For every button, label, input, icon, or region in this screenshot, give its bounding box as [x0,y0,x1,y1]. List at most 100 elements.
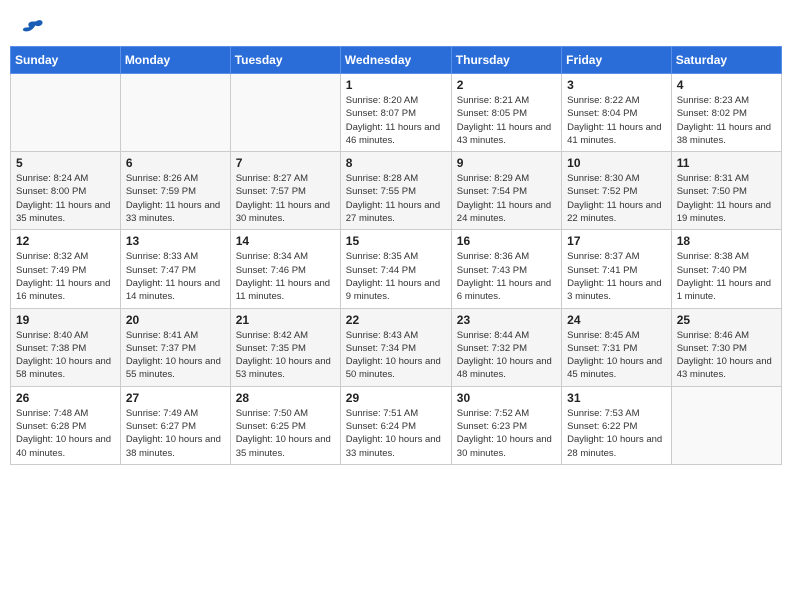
day-number: 27 [126,391,225,405]
calendar-cell: 8 Sunrise: 8:28 AM Sunset: 7:55 PM Daylig… [340,152,451,230]
calendar-cell: 18 Sunrise: 8:38 AM Sunset: 7:40 PM Dayli… [671,230,781,308]
day-info: Sunrise: 8:29 AM Sunset: 7:54 PM Dayligh… [457,172,556,225]
day-number: 31 [567,391,666,405]
calendar-week-5: 26 Sunrise: 7:48 AM Sunset: 6:28 PM Dayli… [11,386,782,464]
day-info: Sunrise: 8:31 AM Sunset: 7:50 PM Dayligh… [677,172,776,225]
calendar-cell: 2 Sunrise: 8:21 AM Sunset: 8:05 PM Daylig… [451,74,561,152]
calendar-cell: 3 Sunrise: 8:22 AM Sunset: 8:04 PM Daylig… [562,74,672,152]
calendar-week-4: 19 Sunrise: 8:40 AM Sunset: 7:38 PM Dayli… [11,308,782,386]
day-number: 1 [346,78,446,92]
day-number: 6 [126,156,225,170]
calendar-cell: 4Sunrise: 8:23 AM Sunset: 8:02 PM Daylig… [671,74,781,152]
day-info: Sunrise: 8:20 AM Sunset: 8:07 PM Dayligh… [346,94,446,147]
day-number: 5 [16,156,115,170]
day-info: Sunrise: 8:44 AM Sunset: 7:32 PM Dayligh… [457,329,556,382]
calendar-cell: 6 Sunrise: 8:26 AM Sunset: 7:59 PM Daylig… [120,152,230,230]
day-number: 10 [567,156,666,170]
calendar-cell: 27 Sunrise: 7:49 AM Sunset: 6:27 PM Dayli… [120,386,230,464]
day-header-saturday: Saturday [671,47,781,74]
day-info: Sunrise: 7:48 AM Sunset: 6:28 PM Dayligh… [16,407,115,460]
calendar-cell: 9 Sunrise: 8:29 AM Sunset: 7:54 PM Daylig… [451,152,561,230]
header [10,10,782,40]
day-info: Sunrise: 8:28 AM Sunset: 7:55 PM Dayligh… [346,172,446,225]
day-info: Sunrise: 8:27 AM Sunset: 7:57 PM Dayligh… [236,172,335,225]
calendar-cell: 1 Sunrise: 8:20 AM Sunset: 8:07 PM Daylig… [340,74,451,152]
day-number: 28 [236,391,335,405]
day-info: Sunrise: 7:50 AM Sunset: 6:25 PM Dayligh… [236,407,335,460]
day-number: 26 [16,391,115,405]
day-info: Sunrise: 8:30 AM Sunset: 7:52 PM Dayligh… [567,172,666,225]
day-number: 21 [236,313,335,327]
calendar-week-2: 5 Sunrise: 8:24 AM Sunset: 8:00 PM Daylig… [11,152,782,230]
calendar-cell: 16Sunrise: 8:36 AM Sunset: 7:43 PM Dayli… [451,230,561,308]
day-info: Sunrise: 8:45 AM Sunset: 7:31 PM Dayligh… [567,329,666,382]
day-number: 3 [567,78,666,92]
day-number: 2 [457,78,556,92]
calendar-cell [671,386,781,464]
day-info: Sunrise: 7:53 AM Sunset: 6:22 PM Dayligh… [567,407,666,460]
day-number: 24 [567,313,666,327]
calendar-cell: 15 Sunrise: 8:35 AM Sunset: 7:44 PM Dayli… [340,230,451,308]
day-number: 17 [567,234,666,248]
day-info: Sunrise: 8:22 AM Sunset: 8:04 PM Dayligh… [567,94,666,147]
calendar-cell: 13Sunrise: 8:33 AM Sunset: 7:47 PM Dayli… [120,230,230,308]
calendar-cell: 22Sunrise: 8:43 AM Sunset: 7:34 PM Dayli… [340,308,451,386]
day-number: 9 [457,156,556,170]
calendar-cell [11,74,121,152]
calendar-cell: 25 Sunrise: 8:46 AM Sunset: 7:30 PM Dayli… [671,308,781,386]
day-info: Sunrise: 8:26 AM Sunset: 7:59 PM Dayligh… [126,172,225,225]
calendar-header-row: SundayMondayTuesdayWednesdayThursdayFrid… [11,47,782,74]
day-info: Sunrise: 8:37 AM Sunset: 7:41 PM Dayligh… [567,250,666,303]
day-info: Sunrise: 7:51 AM Sunset: 6:24 PM Dayligh… [346,407,446,460]
calendar-cell: 20Sunrise: 8:41 AM Sunset: 7:37 PM Dayli… [120,308,230,386]
day-number: 19 [16,313,115,327]
day-header-friday: Friday [562,47,672,74]
calendar-cell: 29 Sunrise: 7:51 AM Sunset: 6:24 PM Dayli… [340,386,451,464]
day-number: 12 [16,234,115,248]
calendar-cell: 12 Sunrise: 8:32 AM Sunset: 7:49 PM Dayli… [11,230,121,308]
calendar-cell: 10 Sunrise: 8:30 AM Sunset: 7:52 PM Dayli… [562,152,672,230]
calendar-cell: 5 Sunrise: 8:24 AM Sunset: 8:00 PM Daylig… [11,152,121,230]
day-info: Sunrise: 8:40 AM Sunset: 7:38 PM Dayligh… [16,329,115,382]
calendar-cell [230,74,340,152]
day-info: Sunrise: 8:35 AM Sunset: 7:44 PM Dayligh… [346,250,446,303]
calendar-cell: 30 Sunrise: 7:52 AM Sunset: 6:23 PM Dayli… [451,386,561,464]
calendar-cell: 17 Sunrise: 8:37 AM Sunset: 7:41 PM Dayli… [562,230,672,308]
day-header-wednesday: Wednesday [340,47,451,74]
calendar-cell: 14 Sunrise: 8:34 AM Sunset: 7:46 PM Dayli… [230,230,340,308]
day-number: 15 [346,234,446,248]
day-number: 16 [457,234,556,248]
day-info: Sunrise: 7:52 AM Sunset: 6:23 PM Dayligh… [457,407,556,460]
calendar-cell: 24 Sunrise: 8:45 AM Sunset: 7:31 PM Dayli… [562,308,672,386]
day-info: Sunrise: 8:46 AM Sunset: 7:30 PM Dayligh… [677,329,776,382]
calendar: SundayMondayTuesdayWednesdayThursdayFrid… [10,46,782,465]
calendar-week-3: 12 Sunrise: 8:32 AM Sunset: 7:49 PM Dayli… [11,230,782,308]
day-number: 4 [677,78,776,92]
calendar-cell: 23Sunrise: 8:44 AM Sunset: 7:32 PM Dayli… [451,308,561,386]
day-info: Sunrise: 8:43 AM Sunset: 7:34 PM Dayligh… [346,329,446,382]
day-info: Sunrise: 8:21 AM Sunset: 8:05 PM Dayligh… [457,94,556,147]
calendar-cell: 19 Sunrise: 8:40 AM Sunset: 7:38 PM Dayli… [11,308,121,386]
day-info: Sunrise: 7:49 AM Sunset: 6:27 PM Dayligh… [126,407,225,460]
calendar-cell: 31 Sunrise: 7:53 AM Sunset: 6:22 PM Dayli… [562,386,672,464]
day-number: 30 [457,391,556,405]
day-info: Sunrise: 8:32 AM Sunset: 7:49 PM Dayligh… [16,250,115,303]
day-info: Sunrise: 8:38 AM Sunset: 7:40 PM Dayligh… [677,250,776,303]
day-number: 29 [346,391,446,405]
calendar-cell [120,74,230,152]
day-number: 11 [677,156,776,170]
calendar-cell: 7 Sunrise: 8:27 AM Sunset: 7:57 PM Daylig… [230,152,340,230]
day-number: 25 [677,313,776,327]
day-info: Sunrise: 8:24 AM Sunset: 8:00 PM Dayligh… [16,172,115,225]
day-number: 8 [346,156,446,170]
calendar-cell: 21Sunrise: 8:42 AM Sunset: 7:35 PM Dayli… [230,308,340,386]
day-info: Sunrise: 8:41 AM Sunset: 7:37 PM Dayligh… [126,329,225,382]
logo [20,18,44,36]
day-number: 7 [236,156,335,170]
calendar-cell: 11 Sunrise: 8:31 AM Sunset: 7:50 PM Dayli… [671,152,781,230]
calendar-cell: 28 Sunrise: 7:50 AM Sunset: 6:25 PM Dayli… [230,386,340,464]
day-number: 14 [236,234,335,248]
day-header-tuesday: Tuesday [230,47,340,74]
day-number: 18 [677,234,776,248]
day-info: Sunrise: 8:34 AM Sunset: 7:46 PM Dayligh… [236,250,335,303]
